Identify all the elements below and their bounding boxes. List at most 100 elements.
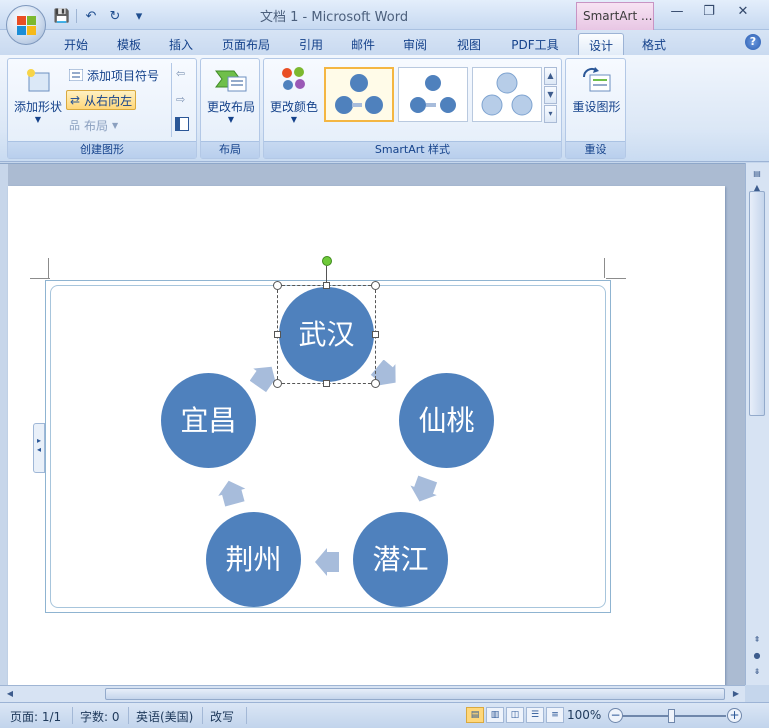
save-icon[interactable]: 💾 [52, 7, 72, 25]
minimize-button[interactable]: — [662, 4, 692, 24]
swap-arrows-icon: ⇄ [70, 93, 81, 107]
reset-graphic-label: 重设图形 [572, 100, 621, 114]
resize-handle-edge[interactable] [274, 331, 281, 338]
horizontal-scrollbar[interactable]: ◀ ▶ [0, 685, 745, 702]
resize-handle-corner[interactable] [371, 281, 380, 290]
web-layout-view-icon[interactable]: ◫ [506, 707, 524, 723]
close-button[interactable]: ✕ [728, 4, 758, 24]
resize-handle-corner[interactable] [273, 281, 282, 290]
gallery-more-button[interactable]: ▾ [544, 105, 557, 123]
page-indicator[interactable]: 页面: 1/1 [10, 708, 61, 725]
zoom-out-button[interactable]: − [608, 708, 623, 723]
tab-format[interactable]: 格式 [630, 33, 678, 55]
undo-icon[interactable]: ↶ [81, 7, 101, 25]
zoom-in-button[interactable]: + [727, 708, 742, 723]
change-colors-button[interactable]: 更改颜色 ▼ [266, 65, 322, 124]
rotation-handle[interactable] [322, 256, 332, 266]
group-label-reset: 重设 [566, 141, 625, 158]
next-page-button[interactable]: ⇟ [749, 665, 765, 679]
tab-review[interactable]: 审阅 [392, 33, 438, 55]
reset-graphic-icon [582, 67, 610, 92]
tab-design[interactable]: 设计 [578, 33, 624, 55]
add-bullet-label: 添加项目符号 [87, 68, 160, 83]
layout-org-label: 布局 [84, 118, 109, 133]
chevron-down-icon: ▼ [112, 120, 119, 130]
right-to-left-button[interactable]: ⇄ 从右向左 [66, 90, 137, 110]
group-reset: 重设图形 重设 [565, 58, 626, 159]
redo-icon[interactable]: ↻ [105, 7, 125, 25]
zoom-level[interactable]: 100% [567, 708, 601, 722]
office-logo-icon [17, 16, 37, 36]
print-layout-view-icon[interactable]: ▤ [466, 707, 484, 723]
status-separator [246, 707, 247, 724]
scroll-right-button[interactable]: ▶ [728, 687, 744, 701]
smartart-node-qianjiang[interactable]: 潜江 [353, 512, 448, 607]
vertical-scroll-thumb[interactable] [749, 191, 765, 416]
flow-arrow-icon [410, 475, 438, 502]
smartart-node-xiantao[interactable]: 仙桃 [399, 373, 494, 468]
zoom-slider-thumb[interactable] [668, 709, 675, 723]
add-shape-icon [27, 69, 50, 92]
tab-insert[interactable]: 插入 [158, 33, 204, 55]
group-smartart-styles: 更改颜色 ▼ ▲ ▼ ▾ SmartArt 样式 [263, 58, 562, 159]
restore-button[interactable]: ❐ [694, 4, 724, 24]
style-thumbnail-icon [481, 72, 533, 116]
promote-icon[interactable]: ⇦ [176, 67, 185, 80]
word-count[interactable]: 字数: 0 [80, 708, 120, 725]
resize-handle-edge[interactable] [372, 331, 379, 338]
tab-mailings[interactable]: 邮件 [340, 33, 386, 55]
style-gallery-item-1[interactable] [324, 67, 394, 122]
crop-mark [604, 258, 605, 278]
style-gallery-item-2[interactable] [398, 67, 468, 122]
scroll-left-button[interactable]: ◀ [2, 687, 18, 701]
title-bar: 💾 ↶ ↻ ▾ 文档 1 - Microsoft Word SmartArt .… [0, 0, 769, 30]
reset-graphic-button[interactable]: 重设图形 [568, 67, 625, 115]
window-title: 文档 1 - Microsoft Word [260, 10, 409, 25]
text-pane-icon[interactable] [175, 117, 189, 131]
resize-handle-corner[interactable] [371, 379, 380, 388]
style-thumbnail-icon [335, 74, 383, 114]
draft-view-icon[interactable]: ≡ [546, 707, 564, 723]
style-thumbnail-icon [408, 73, 458, 115]
tab-home[interactable]: 开始 [52, 33, 100, 55]
browse-object-button[interactable]: ● [749, 649, 765, 663]
office-button[interactable] [6, 5, 46, 45]
right-to-left-label: 从右向左 [84, 93, 133, 108]
full-screen-reading-icon[interactable]: ▥ [486, 707, 504, 723]
overtype-mode[interactable]: 改写 [210, 708, 234, 725]
tab-references[interactable]: 引用 [288, 33, 334, 55]
smartart-node-jingzhou[interactable]: 荆州 [206, 512, 301, 607]
tab-pdf-tools[interactable]: PDF工具 [500, 33, 570, 55]
tab-view[interactable]: 视图 [444, 33, 494, 55]
add-shape-button[interactable]: 添加形状 ▼ [12, 65, 64, 124]
ruler-toggle-icon[interactable]: ▤ [749, 167, 765, 181]
smartart-tools-context-title: SmartArt ... [576, 2, 654, 30]
customize-qat-icon[interactable]: ▾ [129, 7, 149, 25]
qat-separator [76, 9, 77, 23]
tab-page-layout[interactable]: 页面布局 [210, 33, 282, 55]
gallery-scroll-up-button[interactable]: ▲ [544, 67, 557, 85]
resize-handle-edge[interactable] [323, 282, 330, 289]
style-gallery-item-3[interactable] [472, 67, 542, 122]
vertical-ruler [0, 164, 8, 686]
group-divider [171, 63, 172, 137]
outline-view-icon[interactable]: ☰ [526, 707, 544, 723]
add-bullet-button[interactable]: 添加项目符号 [66, 65, 162, 85]
layout-org-button[interactable]: 品 布局 ▼ [66, 115, 121, 135]
vertical-scrollbar[interactable]: ▤ ▲ ⇞ ● ⇟ [745, 163, 769, 685]
chevron-down-icon: ▼ [34, 115, 42, 124]
ribbon-tabs: 开始 模板 插入 页面布局 引用 邮件 审阅 视图 PDF工具 设计 格式 [0, 30, 769, 55]
resize-handle-edge[interactable] [323, 380, 330, 387]
text-pane-toggle[interactable]: ▸ ◂ [33, 423, 45, 473]
smartart-node-yichang[interactable]: 宜昌 [161, 373, 256, 468]
language-indicator[interactable]: 英语(美国) [136, 708, 193, 725]
change-layout-button[interactable]: 更改布局 ▼ [203, 67, 259, 124]
bullet-list-icon [69, 69, 83, 81]
tab-templates[interactable]: 模板 [106, 33, 152, 55]
demote-icon[interactable]: ⇨ [176, 93, 185, 106]
resize-handle-corner[interactable] [273, 379, 282, 388]
previous-page-button[interactable]: ⇞ [749, 633, 765, 647]
horizontal-scroll-thumb[interactable] [105, 688, 725, 700]
help-icon[interactable]: ? [745, 34, 761, 50]
gallery-scroll-down-button[interactable]: ▼ [544, 86, 557, 104]
